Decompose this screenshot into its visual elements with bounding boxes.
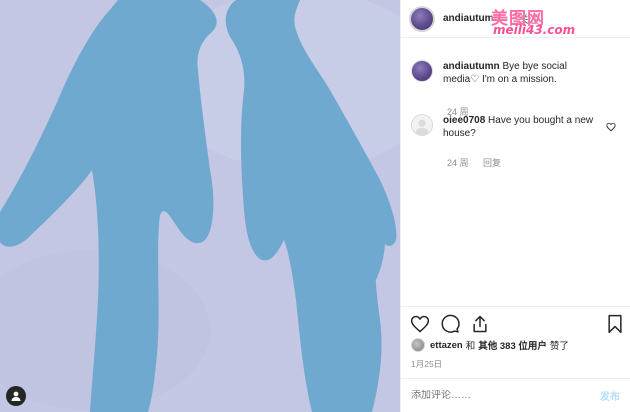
- like-button[interactable]: [409, 313, 431, 335]
- comment: oiee0708 Have you bought a new house?: [401, 114, 613, 140]
- comment-meta: 24 周 回复: [447, 156, 513, 169]
- comment-input[interactable]: [411, 390, 571, 401]
- add-comment-bar: 发布: [401, 378, 630, 412]
- comment-username[interactable]: andiautumn: [443, 61, 500, 72]
- likes-connector: 和: [465, 341, 476, 352]
- liker-username[interactable]: ettazen: [430, 340, 463, 351]
- shadow-figures: [0, 0, 400, 412]
- follow-status[interactable]: · 已关注: [503, 11, 539, 26]
- likes-summary: ettazen 和 其他 383 位用户 赞了: [411, 338, 569, 352]
- bookmark-icon: [608, 314, 622, 334]
- comment-time[interactable]: 24 周: [447, 158, 469, 168]
- heart-icon: [410, 315, 430, 332]
- comment-icon: [441, 314, 460, 333]
- others-likes-link[interactable]: 其他 383 位用户: [478, 338, 547, 352]
- comment-username[interactable]: oiee0708: [443, 115, 485, 126]
- user-tag-icon: [11, 391, 21, 401]
- post-header: andiautumn · 已关注 美图网 meili43.com: [401, 0, 630, 38]
- post-detail-panel: andiautumn · 已关注 美图网 meili43.com andiaut…: [400, 0, 630, 412]
- user-tag-button[interactable]: [6, 386, 26, 406]
- post-comment-button[interactable]: 发布: [600, 388, 620, 403]
- author-username[interactable]: andiautumn: [443, 13, 500, 24]
- commenter-avatar[interactable]: [411, 60, 433, 82]
- action-bar: [401, 306, 630, 340]
- comment-body: oiee0708 Have you bought a new house?: [443, 114, 603, 140]
- likes-suffix: 赞了: [549, 341, 569, 352]
- reply-button[interactable]: 回复: [483, 158, 501, 168]
- comment-like-button[interactable]: [606, 119, 616, 137]
- share-button[interactable]: [469, 313, 491, 335]
- default-avatar-icon: [414, 119, 430, 135]
- author-avatar[interactable]: [409, 5, 435, 32]
- post-date[interactable]: 1月25日: [411, 358, 442, 370]
- liker-avatar[interactable]: [411, 338, 425, 352]
- save-button[interactable]: [606, 314, 624, 339]
- post-photo[interactable]: [0, 0, 400, 412]
- heart-icon: [606, 122, 616, 132]
- commenter-avatar[interactable]: [411, 114, 433, 136]
- caption-comment: andiautumn Bye bye social media♡ I'm on …: [401, 60, 613, 86]
- comment-body: andiautumn Bye bye social media♡ I'm on …: [443, 60, 603, 86]
- share-icon: [473, 315, 487, 332]
- comment-button[interactable]: [439, 313, 461, 335]
